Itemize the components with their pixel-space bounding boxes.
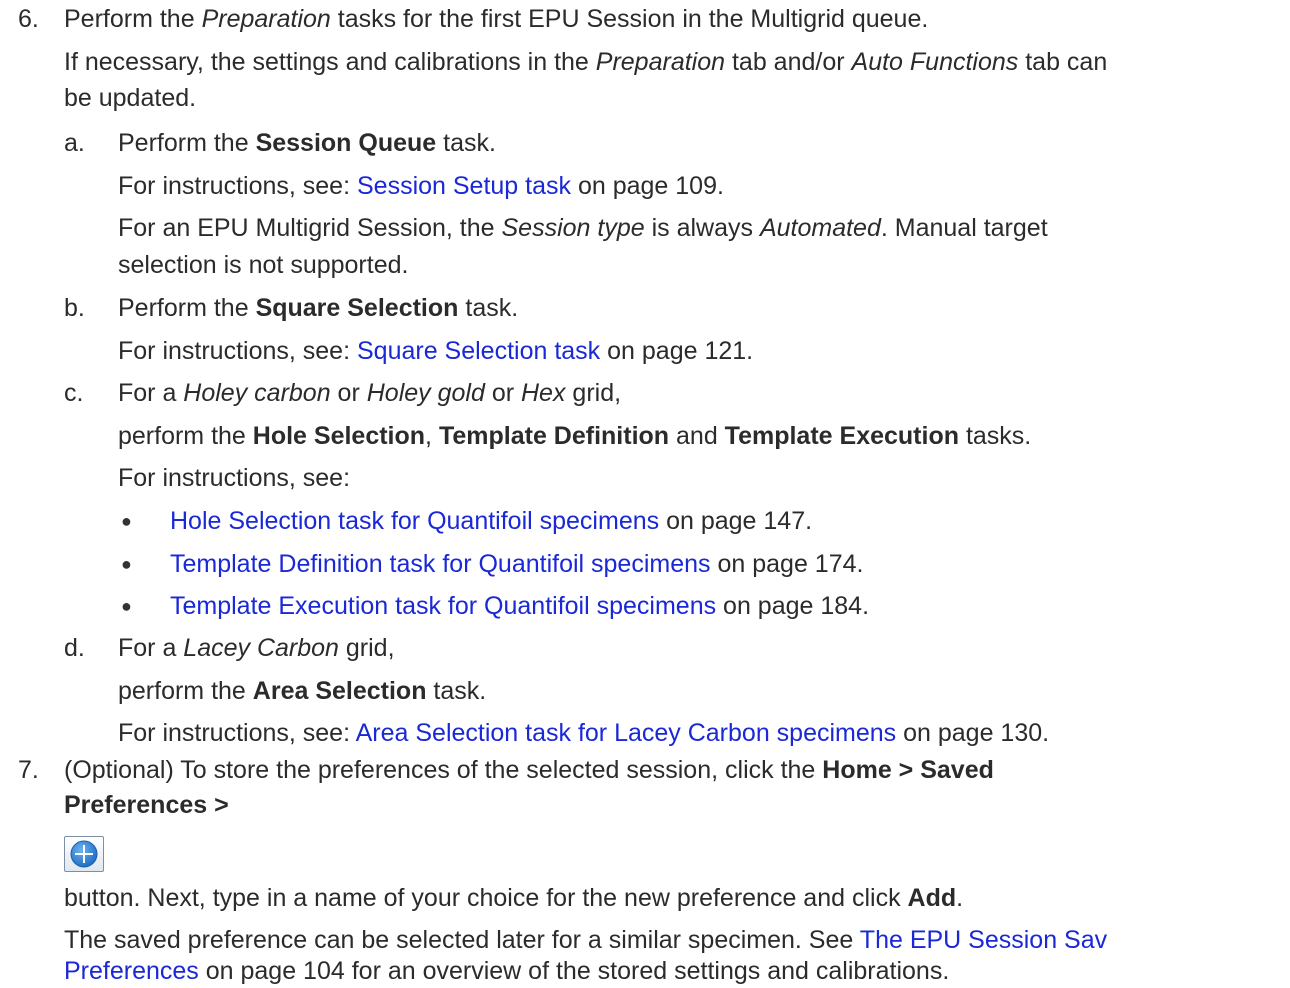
step-7-line-3: button. Next, type in a name of your cho… xyxy=(64,884,964,912)
template-definition-link[interactable]: Template Definition task for Quantifoil … xyxy=(170,550,711,578)
substep-d-line-2: perform the Area Selection task. xyxy=(118,677,487,705)
square-selection-link[interactable]: Square Selection task xyxy=(357,337,600,365)
substep-b-letter: b. xyxy=(64,294,85,322)
add-circle-icon xyxy=(70,840,98,868)
substep-a-line-1: Perform the Session Queue task. xyxy=(118,129,496,157)
area-selection-link[interactable]: Area Selection task for Lacey Carbon spe… xyxy=(356,719,897,747)
step-7-line-4: The saved preference can be selected lat… xyxy=(64,926,1108,954)
substep-d-letter: d. xyxy=(64,634,85,662)
hole-selection-link[interactable]: Hole Selection task for Quantifoil speci… xyxy=(170,507,659,535)
add-preference-button[interactable] xyxy=(64,836,104,872)
substep-d-line-3: For instructions, see: Area Selection ta… xyxy=(118,719,1050,747)
substep-a-line-4: selection is not supported. xyxy=(118,251,409,279)
epu-session-saved-preferences-link[interactable]: The EPU Session Sav xyxy=(860,926,1107,954)
step-6-line-2: If necessary, the settings and calibrati… xyxy=(64,48,1108,76)
substep-d-line-1: For a Lacey Carbon grid, xyxy=(118,634,395,662)
bullet-item-template-definition: Template Definition task for Quantifoil … xyxy=(170,550,864,578)
step-6-line-1: Perform the Preparation tasks for the fi… xyxy=(64,5,929,33)
substep-a-line-3: For an EPU Multigrid Session, the Sessio… xyxy=(118,214,1048,242)
substep-b-line-2: For instructions, see: Square Selection … xyxy=(118,337,754,365)
template-execution-link[interactable]: Template Execution task for Quantifoil s… xyxy=(170,592,716,620)
substep-c-line-2: perform the Hole Selection, Template Def… xyxy=(118,422,1032,450)
substep-c-line-1: For a Holey carbon or Holey gold or Hex … xyxy=(118,379,622,407)
step-7-line-2: Preferences > xyxy=(64,791,229,819)
bullet-icon: ● xyxy=(121,511,132,531)
substep-b-line-1: Perform the Square Selection task. xyxy=(118,294,519,322)
bullet-icon: ● xyxy=(121,596,132,616)
step-7-line-5: Preferences on page 104 for an overview … xyxy=(64,957,950,985)
bullet-icon: ● xyxy=(121,554,132,574)
substep-c-line-3: For instructions, see: xyxy=(118,464,351,492)
step-7-line-1: (Optional) To store the preferences of t… xyxy=(64,756,994,784)
bullet-item-template-execution: Template Execution task for Quantifoil s… xyxy=(170,592,870,620)
substep-a-line-2: For instructions, see: Session Setup tas… xyxy=(118,172,724,200)
substep-a-letter: a. xyxy=(64,129,85,157)
substep-c-letter: c. xyxy=(64,379,84,407)
step-6-number: 6. xyxy=(18,5,39,33)
bullet-item-hole-selection: Hole Selection task for Quantifoil speci… xyxy=(170,507,813,535)
preferences-link[interactable]: Preferences xyxy=(64,957,199,985)
step-6-line-3: be updated. xyxy=(64,84,197,112)
step-7-number: 7. xyxy=(18,756,39,784)
session-setup-link[interactable]: Session Setup task xyxy=(357,172,571,200)
